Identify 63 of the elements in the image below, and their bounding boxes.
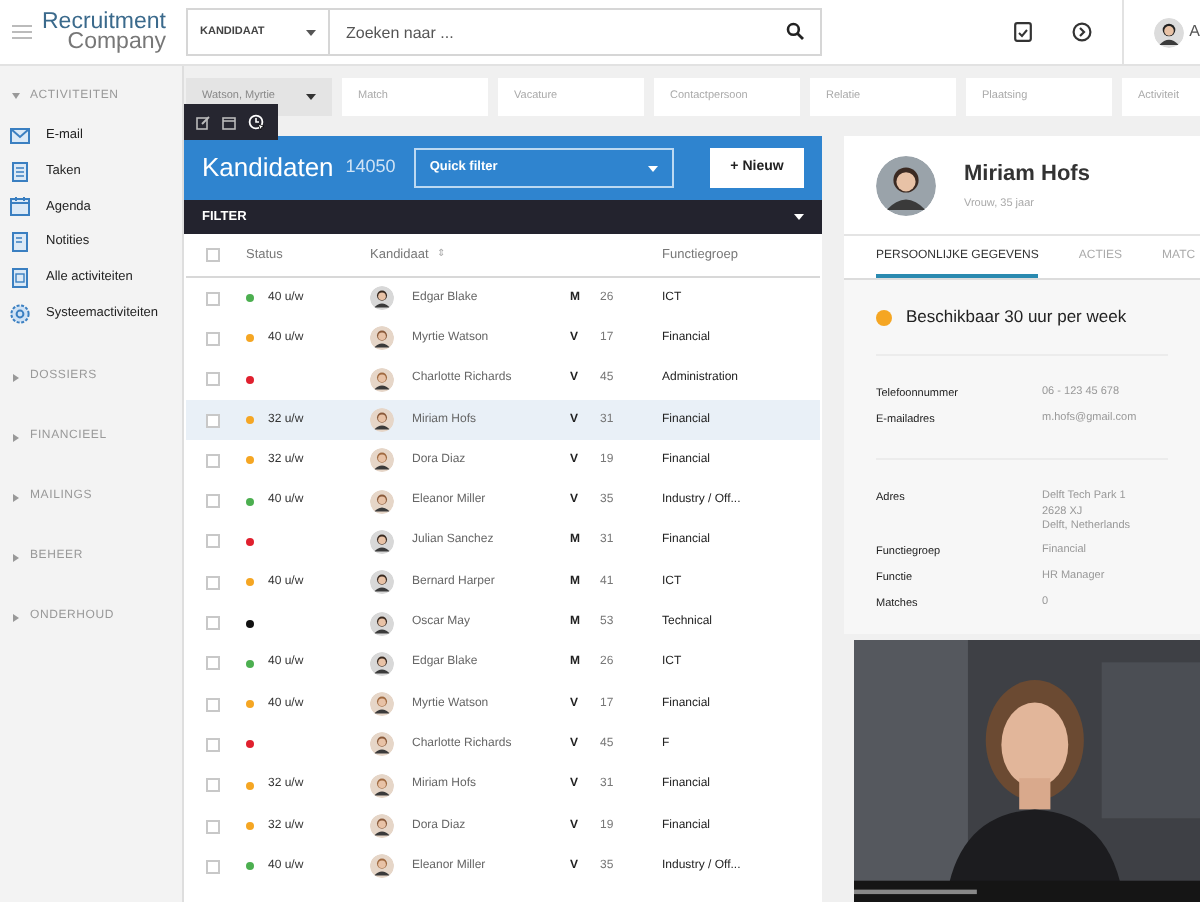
- checkbox[interactable]: [206, 697, 220, 712]
- checkbox[interactable]: [206, 331, 220, 346]
- clock-icon[interactable]: [248, 113, 266, 131]
- checkbox[interactable]: [206, 616, 220, 631]
- checkbox[interactable]: [206, 534, 220, 549]
- avatar: [370, 529, 394, 554]
- clipboard-icon: [10, 268, 30, 289]
- checkbox[interactable]: [206, 248, 220, 262]
- checkbox[interactable]: [206, 413, 220, 428]
- caret-icon: [12, 433, 20, 442]
- availability-text: Beschikbaar 30 uur per week: [906, 304, 1127, 330]
- history-icon[interactable]: [1071, 22, 1092, 42]
- avatar: [370, 854, 394, 879]
- search-field[interactable]: Zoeken naar ...: [330, 8, 822, 56]
- note-icon: [10, 232, 30, 253]
- user-name: A: [1189, 20, 1200, 44]
- checkbox[interactable]: [206, 494, 220, 509]
- checkbox[interactable]: [206, 819, 220, 833]
- caret-icon: [794, 214, 804, 220]
- checkbox[interactable]: [206, 656, 220, 671]
- caret-icon: [647, 165, 658, 171]
- avatar: [370, 814, 394, 838]
- caret-icon: [12, 553, 20, 562]
- menu-icon[interactable]: [12, 24, 32, 40]
- calendar-icon[interactable]: [222, 115, 236, 129]
- checkbox[interactable]: [206, 737, 220, 752]
- avatar: [370, 408, 394, 433]
- caret-icon: [306, 29, 316, 35]
- avatar: [370, 570, 394, 595]
- avatar: [370, 732, 394, 757]
- logo[interactable]: Recruitment Company: [46, 12, 166, 52]
- avatar: [370, 286, 394, 311]
- avatar: [370, 448, 394, 473]
- avatar: [370, 326, 394, 351]
- avatar: [370, 611, 394, 636]
- search-icon[interactable]: [786, 22, 804, 40]
- checkbox[interactable]: [206, 291, 220, 306]
- caret-icon: [306, 94, 316, 100]
- edit-icon[interactable]: [196, 115, 210, 129]
- calendar-icon: [10, 196, 30, 217]
- profile-photo: [876, 155, 936, 215]
- avatar: [370, 367, 394, 392]
- clipboard-icon: [10, 161, 30, 182]
- caret-icon: [12, 373, 20, 382]
- avatar: [370, 651, 394, 676]
- candidate-name: Miriam Hofs: [964, 159, 1090, 190]
- gear-icon: [10, 303, 30, 324]
- caret-icon: [12, 493, 20, 502]
- checkbox[interactable]: [206, 372, 220, 387]
- checklist-icon[interactable]: [1013, 22, 1032, 42]
- checkbox[interactable]: [206, 575, 220, 590]
- checkbox[interactable]: [206, 859, 220, 874]
- avatar: [370, 692, 394, 717]
- list-title: Kandidaten: [202, 150, 334, 187]
- avatar: [370, 489, 394, 514]
- record-count: 14050: [345, 154, 396, 181]
- checkbox[interactable]: [206, 778, 220, 793]
- checkbox[interactable]: [206, 453, 220, 468]
- user-avatar: [1153, 17, 1184, 47]
- avatar: [370, 773, 394, 798]
- caret-icon: [12, 92, 20, 100]
- envelope-icon: [10, 125, 30, 146]
- caret-icon: [12, 613, 20, 622]
